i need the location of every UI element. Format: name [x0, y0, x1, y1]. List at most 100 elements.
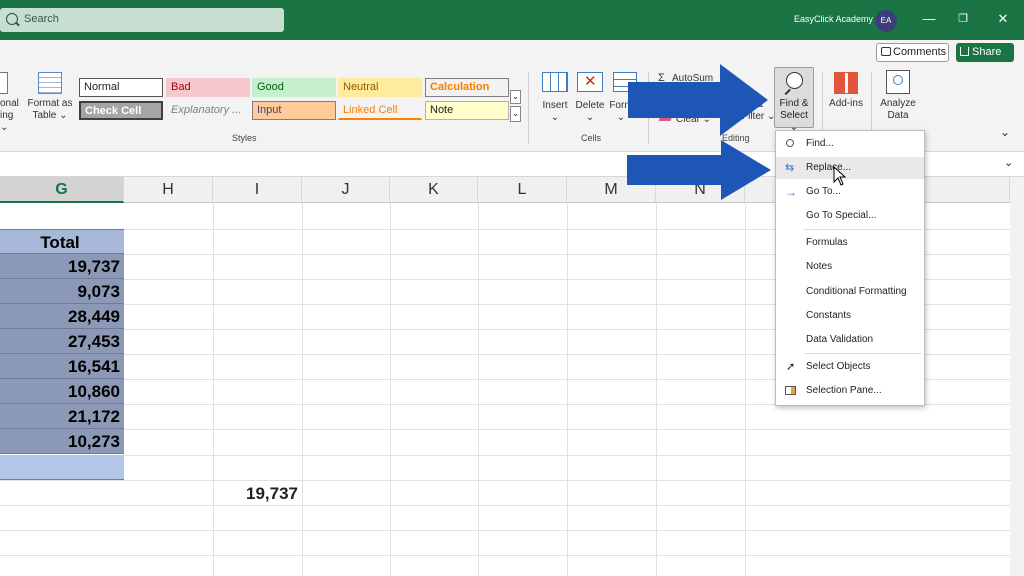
- delete-cells-icon[interactable]: ✕: [577, 72, 603, 92]
- total-cell[interactable]: 10,273: [0, 429, 124, 454]
- menu-separator: [804, 229, 922, 230]
- delete-dropdown-icon[interactable]: ⌄: [571, 112, 609, 124]
- find-select-menu: Find... ⇆ Replace... → Go To... Go To Sp…: [775, 130, 925, 406]
- menu-item-label: Constants: [806, 310, 852, 321]
- search-placeholder: Search: [24, 13, 59, 25]
- minimize-button[interactable]: —: [921, 11, 937, 27]
- menu-item-label: Data Validation: [806, 334, 874, 345]
- share-label: Share: [972, 46, 1002, 58]
- menu-item-conditional-formatting[interactable]: Conditional Formatting: [776, 281, 924, 303]
- total-cell[interactable]: 9,073: [0, 279, 124, 304]
- column-header-g[interactable]: G: [0, 177, 124, 203]
- menu-item-notes[interactable]: Notes: [776, 256, 924, 278]
- analyze-data-icon[interactable]: [886, 70, 910, 94]
- style-bad[interactable]: Bad: [166, 78, 250, 97]
- comment-icon: [881, 47, 891, 56]
- menu-item-replace[interactable]: ⇆ Replace...: [776, 157, 924, 179]
- column-header-i[interactable]: I: [213, 177, 302, 203]
- style-normal[interactable]: Normal: [79, 78, 163, 97]
- total-cell[interactable]: 16,541: [0, 354, 124, 379]
- close-button[interactable]: ✕: [995, 11, 1011, 27]
- menu-item-select-objects[interactable]: ➚ Select Objects: [776, 356, 924, 378]
- insert-dropdown-icon[interactable]: ⌄: [536, 112, 574, 124]
- arrow-right-icon: →: [785, 185, 797, 199]
- menu-separator: [804, 353, 922, 354]
- menu-item-formulas[interactable]: Formulas: [776, 232, 924, 254]
- style-input[interactable]: Input: [252, 101, 336, 120]
- style-calculation[interactable]: Calculation: [425, 78, 509, 97]
- total-header-cell[interactable]: Total: [0, 229, 124, 254]
- gridline: [390, 203, 391, 576]
- cells-group-label: Cells: [581, 133, 602, 143]
- magnifier-icon: [786, 72, 803, 89]
- column-header-r[interactable]: [920, 177, 1010, 203]
- menu-item-label: Find...: [806, 138, 834, 149]
- menu-item-label: Selection Pane...: [806, 385, 882, 396]
- column-header-h[interactable]: H: [124, 177, 213, 203]
- style-explanatory[interactable]: Explanatory ...: [166, 101, 250, 120]
- gridline: [0, 555, 1024, 556]
- gallery-more-icon[interactable]: ⌄: [510, 106, 521, 122]
- ribbon-collapse-icon[interactable]: ⌄: [999, 126, 1011, 138]
- menu-item-label: Conditional Formatting: [806, 286, 907, 297]
- total-cell[interactable]: 21,172: [0, 404, 124, 429]
- analyze-data-label-2[interactable]: Data: [876, 110, 920, 122]
- search-icon: [786, 139, 794, 147]
- gridline: [0, 530, 1024, 531]
- share-button[interactable]: Share: [956, 43, 1014, 62]
- menu-item-label: Go To Special...: [806, 210, 877, 221]
- insert-cells-icon[interactable]: [542, 72, 568, 92]
- format-as-table-label-1[interactable]: Format as: [26, 98, 74, 110]
- gridline: [0, 429, 1024, 430]
- delete-label[interactable]: Delete: [571, 100, 609, 112]
- add-ins-label[interactable]: Add-ins: [826, 98, 866, 110]
- menu-item-go-to[interactable]: → Go To...: [776, 181, 924, 203]
- style-note[interactable]: Note: [425, 101, 509, 120]
- total-cell[interactable]: 27,453: [0, 329, 124, 354]
- comments-button[interactable]: Comments: [876, 43, 949, 62]
- selected-empty-cell[interactable]: [0, 455, 124, 480]
- gridline: [302, 203, 303, 576]
- avatar[interactable]: EA: [875, 10, 897, 32]
- column-header-l[interactable]: L: [478, 177, 567, 203]
- menu-item-data-validation[interactable]: Data Validation: [776, 329, 924, 351]
- formula-bar-expand-icon[interactable]: ⌄: [1004, 156, 1013, 169]
- column-header-k[interactable]: K: [390, 177, 478, 203]
- format-as-table-label-2[interactable]: Table ⌄: [26, 110, 74, 122]
- analyze-data-label-1[interactable]: Analyze: [876, 98, 920, 110]
- menu-item-constants[interactable]: Constants: [776, 305, 924, 327]
- menu-item-selection-pane[interactable]: Selection Pane...: [776, 380, 924, 402]
- value-cell-i[interactable]: 19,737: [213, 481, 302, 506]
- conditional-formatting-label-1[interactable]: onal: [0, 98, 22, 110]
- restore-button[interactable]: ❐: [955, 11, 971, 27]
- vertical-scrollbar[interactable]: [1010, 177, 1024, 576]
- style-neutral[interactable]: Neutral: [338, 78, 422, 97]
- table-format-icon[interactable]: [38, 72, 62, 94]
- total-cell[interactable]: 28,449: [0, 304, 124, 329]
- column-header-j[interactable]: J: [302, 177, 390, 203]
- annotation-arrow-icon: [628, 64, 768, 136]
- conditional-formatting-label-2[interactable]: ing ⌄: [0, 110, 22, 134]
- menu-item-go-to-special[interactable]: Go To Special...: [776, 205, 924, 227]
- gridline: [478, 203, 479, 576]
- gallery-scroll-down-icon[interactable]: ⌄: [510, 90, 521, 104]
- gridline: [567, 203, 568, 576]
- search-icon: [6, 13, 18, 25]
- cursor-icon: ➚: [786, 361, 796, 373]
- conditional-formatting-icon[interactable]: [0, 72, 8, 94]
- gridline: [656, 203, 657, 576]
- menu-item-find[interactable]: Find...: [776, 133, 924, 155]
- gridline: [0, 505, 1024, 506]
- search-box[interactable]: Search: [0, 8, 284, 32]
- style-good[interactable]: Good: [252, 78, 336, 97]
- style-linked-cell[interactable]: Linked Cell: [338, 101, 422, 120]
- insert-label[interactable]: Insert: [536, 100, 574, 112]
- add-ins-icon[interactable]: [834, 72, 858, 94]
- style-check-cell[interactable]: Check Cell: [79, 101, 163, 120]
- share-icon: [960, 47, 969, 56]
- total-cell[interactable]: 19,737: [0, 254, 124, 279]
- gridline: [213, 203, 214, 576]
- total-cell[interactable]: 10,860: [0, 379, 124, 404]
- find-select-button[interactable]: Find & Select ⌄: [774, 67, 814, 133]
- account-name[interactable]: EasyClick Academy: [794, 14, 873, 24]
